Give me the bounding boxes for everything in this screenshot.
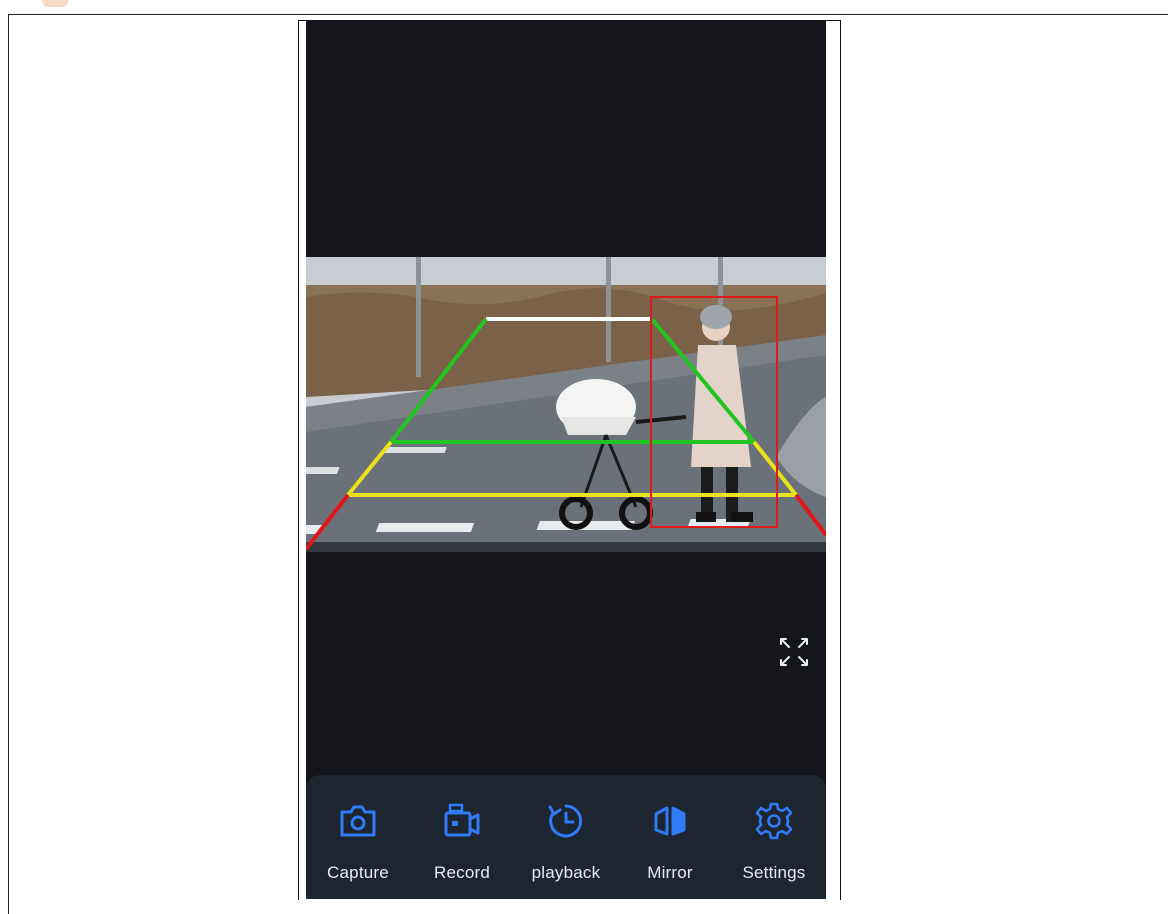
record-label: Record bbox=[433, 863, 490, 882]
corner-decoration bbox=[42, 0, 68, 7]
playback-button[interactable]: playback bbox=[514, 775, 618, 899]
camera-icon bbox=[338, 801, 378, 841]
gear-icon bbox=[754, 801, 794, 841]
mirror-button[interactable]: Mirror bbox=[618, 775, 722, 899]
app-screen: Capture Record playback Mirror Settings bbox=[306, 20, 826, 899]
mirror-icon bbox=[650, 801, 690, 841]
mirror-label: Mirror bbox=[647, 863, 693, 882]
capture-button[interactable]: Capture bbox=[306, 775, 410, 899]
video-record-icon bbox=[442, 801, 482, 841]
playback-history-icon bbox=[546, 801, 586, 841]
playback-label: playback bbox=[531, 863, 601, 882]
camera-feed-image bbox=[306, 257, 826, 552]
record-button[interactable]: Record bbox=[410, 775, 514, 899]
capture-label: Capture bbox=[327, 863, 389, 882]
fullscreen-expand-icon bbox=[780, 638, 808, 666]
bottom-toolbar: Capture Record playback Mirror Settings bbox=[306, 775, 826, 899]
camera-feed-view[interactable] bbox=[306, 257, 826, 552]
fullscreen-button[interactable] bbox=[776, 634, 812, 670]
settings-button[interactable]: Settings bbox=[722, 775, 826, 899]
settings-label: Settings bbox=[742, 863, 806, 882]
